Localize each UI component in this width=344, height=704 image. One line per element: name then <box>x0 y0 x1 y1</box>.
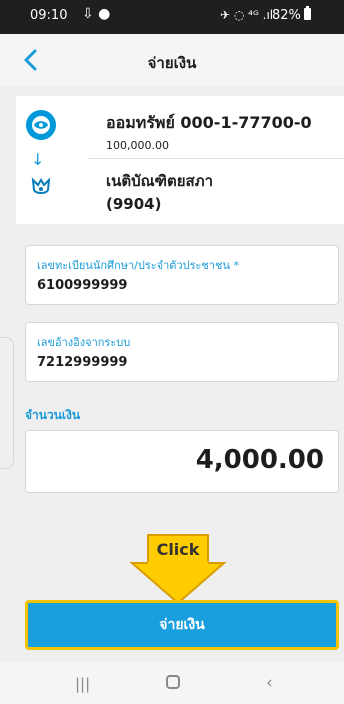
transfer-summary-card: ↓ ออมทรัพย์ 000-1-77700-0 100,000.00 เนต… <box>16 96 344 224</box>
battery-percent: 82% <box>272 8 301 23</box>
amount-field[interactable]: 4,000.00 <box>25 430 339 493</box>
account-details: ออมทรัพย์ 000-1-77700-0 100,000.00 เนติบ… <box>88 106 344 224</box>
status-bar: 09:10 ⇩ ● ✈ ◌ ⁴ᴳ .ıl 82% <box>0 0 344 34</box>
student-id-value: 6100999999 <box>37 278 128 293</box>
from-account: ออมทรัพย์ 000-1-77700-0 <box>106 113 312 132</box>
recent-apps-icon[interactable]: ||| <box>75 675 90 693</box>
back-icon[interactable]: ‹ <box>266 673 273 693</box>
account-balance: 100,000.00 <box>106 139 169 152</box>
bank-logo-icon <box>26 110 56 140</box>
reference-label: เลขอ้างอิงจากระบบ <box>37 336 131 349</box>
battery-status: 82% <box>272 6 311 23</box>
payee-code: (9904) <box>106 195 162 213</box>
reference-value: 7212999999 <box>37 355 128 370</box>
student-id-label: เลขทะเบียนนักศึกษา/ประจำตัวประชาชน * <box>37 259 240 272</box>
student-id-field[interactable]: เลขทะเบียนนักศึกษา/ประจำตัวประชาชน * 610… <box>25 245 339 305</box>
battery-icon <box>303 6 311 20</box>
android-nav-bar: ||| ‹ <box>0 663 344 704</box>
callout-label: Click <box>156 540 200 559</box>
side-drawer-handle[interactable] <box>0 337 14 469</box>
reference-field[interactable]: เลขอ้างอิงจากระบบ 7212999999 <box>25 322 339 382</box>
status-time: 09:10 <box>30 8 68 23</box>
signal-icons: ✈ ◌ ⁴ᴳ .ıl <box>220 8 274 22</box>
home-icon[interactable] <box>166 675 180 689</box>
app-header: จ่ายเงิน <box>0 34 344 86</box>
amount-label: จำนวนเงิน <box>25 408 81 422</box>
payee-name: เนติบัณฑิตยสภา <box>106 172 214 190</box>
payee-logo-icon <box>26 172 56 202</box>
arrow-down-icon: ↓ <box>31 150 45 169</box>
page-title: จ่ายเงิน <box>147 54 197 72</box>
notification-icons: ⇩ ● <box>82 6 111 22</box>
click-callout: Click <box>124 533 232 605</box>
card-divider <box>88 158 344 159</box>
pay-button[interactable]: จ่ายเงิน <box>25 600 339 650</box>
amount-value: 4,000.00 <box>195 445 324 475</box>
